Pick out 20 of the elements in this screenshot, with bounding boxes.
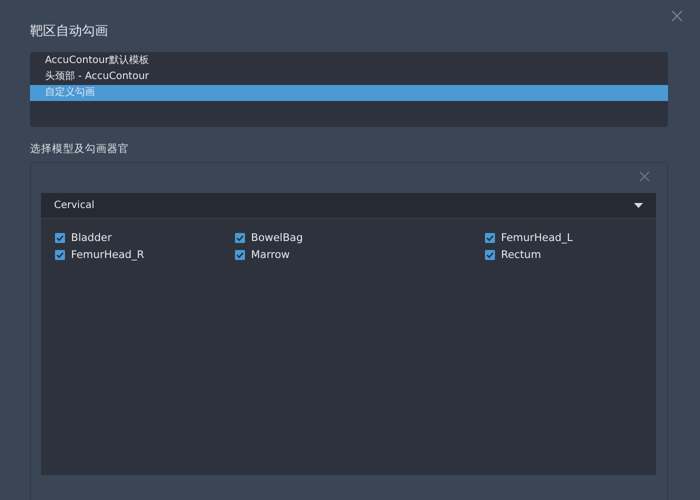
- checkbox[interactable]: [235, 250, 245, 260]
- checkbox[interactable]: [55, 232, 65, 242]
- organ-checkbox[interactable]: FemurHead_R: [55, 246, 235, 263]
- organ-checkbox[interactable]: FemurHead_L: [485, 229, 656, 246]
- section-label: 选择模型及勾画器官: [30, 142, 130, 156]
- checkbox[interactable]: [235, 232, 245, 242]
- template-item[interactable]: AccuContour默认模板: [30, 53, 668, 69]
- dropdown-value: Cervical: [54, 200, 94, 211]
- organ-checkbox[interactable]: BowelBag: [235, 229, 485, 246]
- checkbox[interactable]: [55, 250, 65, 260]
- dialog-title: 靶区自动勾画: [30, 23, 109, 41]
- organ-checkbox[interactable]: Bladder: [55, 229, 235, 246]
- caret-icon: [634, 203, 643, 208]
- close-icon[interactable]: [671, 10, 683, 22]
- template-item[interactable]: 头颈部 - AccuContour: [30, 69, 668, 85]
- checkbox[interactable]: [485, 250, 495, 260]
- model-dropdown[interactable]: Cervical: [41, 193, 656, 218]
- checkbox[interactable]: [485, 232, 495, 242]
- organ-checkbox[interactable]: Rectum: [485, 246, 656, 263]
- organ-checkbox[interactable]: Marrow: [235, 246, 485, 263]
